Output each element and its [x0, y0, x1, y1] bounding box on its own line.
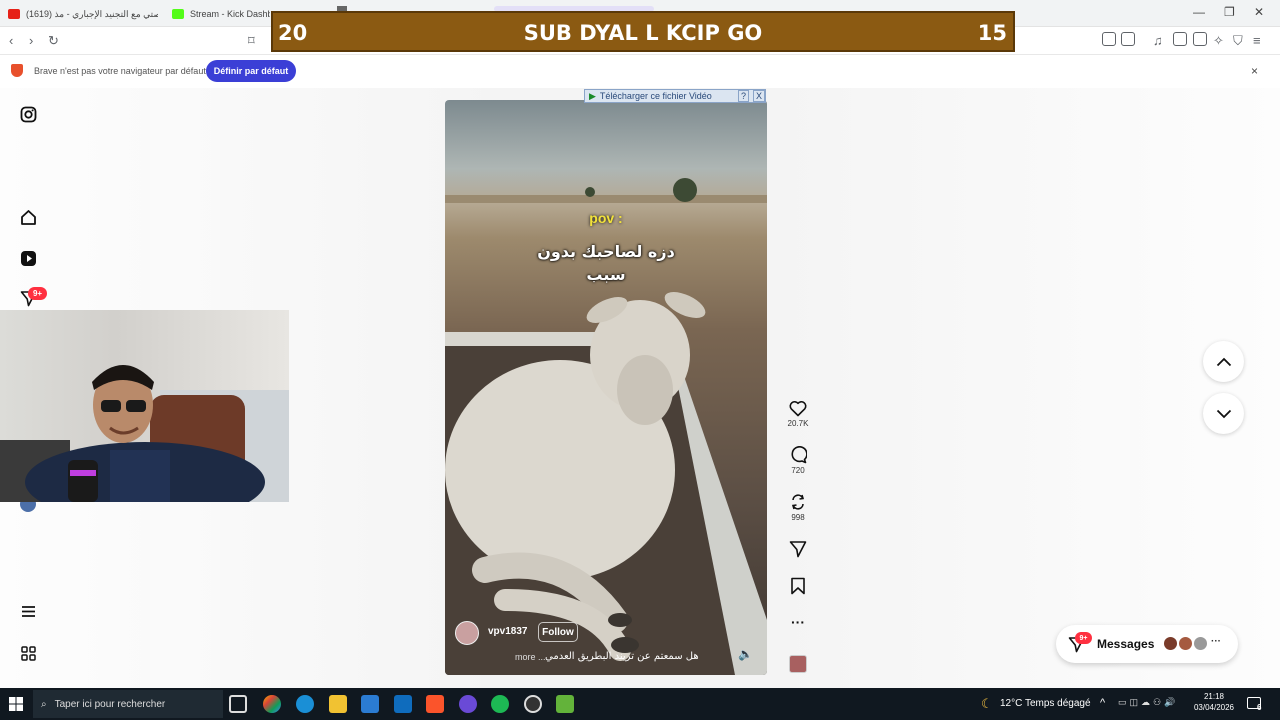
overlay-right-number: 15 — [977, 21, 1007, 45]
kick-icon — [172, 9, 184, 19]
home-icon[interactable] — [18, 207, 38, 227]
repost-icon — [791, 494, 805, 510]
tab-kick[interactable]: Stream - Kick Dashboa — [172, 4, 270, 24]
vpn-shield-icon[interactable]: ⛉ — [1233, 33, 1243, 49]
heart-icon — [789, 400, 807, 417]
like-button[interactable]: 20.7K — [784, 400, 812, 428]
more-options-button[interactable]: ··· — [784, 614, 812, 630]
forward-icon[interactable]: › — [29, 33, 33, 48]
minimize-icon[interactable]: — — [1193, 5, 1205, 19]
taskbar-search[interactable]: ⌕ Taper ici pour rechercher — [33, 690, 223, 718]
caption-line-2: سبب — [586, 265, 626, 284]
avatar — [1192, 635, 1209, 652]
instagram-icon[interactable] — [18, 104, 38, 124]
repost-count: 998 — [791, 513, 805, 522]
extensions-icon[interactable] — [1102, 32, 1116, 46]
next-video-button[interactable] — [1203, 393, 1244, 434]
tab-youtube[interactable]: (1619) قصتي مع التجنيد الإجباري - مذ... — [8, 4, 158, 24]
webcam-feed — [0, 310, 289, 502]
notification-badge: 9+ — [28, 287, 47, 300]
tab-title: Stream - Kick Dashboa — [190, 9, 270, 19]
windows-start-icon[interactable] — [9, 697, 23, 711]
copilot-icon[interactable] — [263, 695, 281, 713]
video-description: هل سمعتم عن تريند البطريق العدمي — [545, 651, 699, 662]
menu-icon[interactable]: ≡ — [1253, 33, 1261, 48]
weather-moon-icon: ☾ — [981, 696, 993, 711]
messages-badge: 9+ — [1075, 632, 1092, 644]
comment-count: 720 — [791, 466, 805, 475]
maximize-icon[interactable]: ❐ — [1224, 5, 1235, 19]
store-icon[interactable] — [361, 695, 379, 713]
screenshot-icon[interactable] — [1121, 32, 1135, 46]
notification-count: 6 — [1257, 703, 1262, 712]
bookmark-icon[interactable]: ⌑ — [248, 33, 255, 49]
play-icon: ▶ — [589, 90, 596, 101]
download-close-button[interactable]: X — [752, 90, 765, 102]
comment-icon — [791, 446, 807, 464]
reload-icon[interactable]: ↻ — [48, 33, 59, 49]
overlay-title: SUB DYAL L KCIP GO — [523, 21, 763, 45]
brave-taskbar-icon[interactable] — [426, 695, 444, 713]
messages-button[interactable]: 9+ Messages ··· — [1056, 625, 1238, 663]
video-player[interactable]: pov : دزه لصاحبك بدون سبب vpv1837 Follow… — [445, 100, 767, 675]
messages-label: Messages — [1097, 637, 1155, 651]
previous-video-button[interactable] — [1203, 341, 1244, 382]
search-icon: ⌕ — [41, 698, 47, 710]
caption-pov: pov : — [589, 210, 623, 226]
share-send-icon — [789, 541, 807, 558]
close-window-icon[interactable]: ✕ — [1254, 5, 1264, 19]
comment-button[interactable]: 720 — [784, 446, 812, 475]
brave-lion-icon — [11, 64, 23, 77]
search-placeholder: Taper ici pour rechercher — [54, 698, 166, 710]
more-menu-icon[interactable] — [18, 601, 38, 621]
banner-close-button[interactable]: × — [1251, 64, 1258, 78]
creator-avatar[interactable] — [455, 621, 479, 645]
webcam-image — [0, 365, 289, 502]
mail-icon[interactable] — [394, 695, 412, 713]
clock-date: 03/04/2026 — [1193, 703, 1235, 712]
mute-icon[interactable]: 🔈 — [738, 647, 753, 661]
banner-message: Brave n'est pas votre navigateur par déf… — [34, 66, 206, 76]
leo-ai-icon[interactable]: ✧ — [1213, 33, 1224, 49]
repost-button[interactable]: 998 — [784, 493, 812, 522]
caption-line-1: دزه لصاحبك بدون — [537, 242, 675, 261]
chevron-down-icon — [1216, 409, 1231, 418]
app-icon[interactable] — [556, 695, 574, 713]
download-help-button[interactable]: ? — [737, 90, 749, 102]
messages-more[interactable]: ··· — [1211, 636, 1221, 647]
obs-icon[interactable] — [524, 695, 542, 713]
set-default-button[interactable]: Définir par défaut — [206, 60, 296, 82]
share-button[interactable] — [784, 540, 812, 558]
save-button[interactable] — [784, 577, 812, 595]
clock-time: 21:18 — [1203, 692, 1225, 701]
file-explorer-icon[interactable] — [329, 695, 347, 713]
creator-username[interactable]: vpv1837 — [488, 626, 527, 637]
follow-button[interactable]: Follow — [538, 622, 578, 642]
apps-icon[interactable] — [18, 643, 38, 663]
back-icon[interactable]: ‹ — [9, 33, 13, 48]
like-count: 20.7K — [787, 419, 809, 428]
edge-icon[interactable] — [296, 695, 314, 713]
sidebar-toggle-icon[interactable] — [1173, 32, 1187, 46]
tab-title: (1619) قصتي مع التجنيد الإجباري - مذ... — [26, 8, 158, 19]
weather-text[interactable]: 12°C Temps dégagé — [1000, 698, 1091, 709]
chevron-up-icon — [1216, 357, 1231, 366]
spotify-icon[interactable] — [491, 695, 509, 713]
donkey-video-frame — [445, 178, 767, 675]
audio-thumbnail[interactable] — [789, 655, 807, 673]
video-download-bar[interactable]: ▶ Télécharger ce fichier Vidéo ? X — [584, 89, 766, 103]
download-label[interactable]: Télécharger ce fichier Vidéo — [600, 91, 712, 101]
stream-goal-overlay: 20 SUB DYAL L KCIP GO 15 — [271, 11, 1015, 52]
clock[interactable]: 21:18 03/04/2026 — [1188, 691, 1240, 713]
youtube-icon — [8, 9, 20, 19]
tray-chevron-icon[interactable]: ^ — [1100, 697, 1105, 709]
wallet-icon[interactable] — [1193, 32, 1207, 46]
more-link[interactable]: more ... — [515, 652, 546, 662]
bookmark-save-icon — [791, 577, 805, 595]
system-tray-icons[interactable]: ▭◫☁⚇🔊 — [1118, 697, 1180, 709]
reels-icon[interactable] — [18, 248, 38, 268]
music-icon[interactable]: ♫ — [1153, 33, 1163, 48]
app-icon[interactable] — [459, 695, 477, 713]
task-view-icon[interactable] — [229, 695, 247, 713]
